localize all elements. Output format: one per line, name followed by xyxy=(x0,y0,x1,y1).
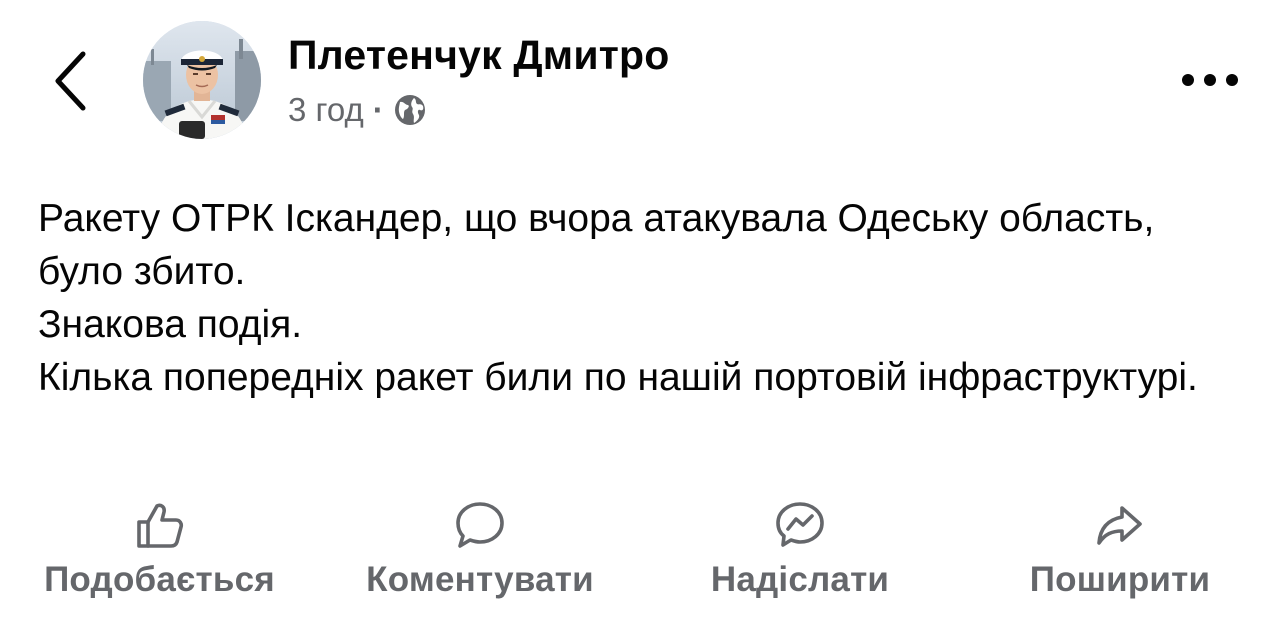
comment-icon xyxy=(454,495,506,555)
like-button[interactable]: Подобається xyxy=(22,495,297,605)
globe-icon xyxy=(393,93,427,127)
avatar[interactable] xyxy=(143,21,261,139)
share-button[interactable]: Поширити xyxy=(1000,495,1240,605)
post-time[interactable]: 3 год xyxy=(288,91,364,129)
post-line: Знакова подія. xyxy=(38,303,303,346)
like-label: Подобається xyxy=(44,560,275,599)
share-icon xyxy=(1094,495,1146,555)
chevron-left-icon xyxy=(55,51,86,111)
thumbs-up-icon xyxy=(135,495,185,555)
send-label: Надіслати xyxy=(710,560,890,599)
meta-separator: · xyxy=(372,91,384,128)
post-meta: 3 год · xyxy=(288,90,427,130)
more-horizontal-icon xyxy=(1182,74,1238,86)
messenger-icon xyxy=(774,495,826,555)
back-button[interactable] xyxy=(42,48,98,114)
post-action-bar: Подобається Коментувати Надіслати Пошири… xyxy=(0,495,1280,605)
share-label: Поширити xyxy=(1029,560,1211,599)
more-options-button[interactable] xyxy=(1170,58,1250,102)
post-line: Кілька попередніх ракет били по нашій по… xyxy=(38,356,1198,399)
comment-button[interactable]: Коментувати xyxy=(340,495,620,605)
author-name[interactable]: Плетенчук Дмитро xyxy=(288,32,670,79)
avatar-photo xyxy=(143,21,261,139)
post-line: Ракету ОТРК Іскандер, що вчора атакувала… xyxy=(38,197,1155,293)
post-text: Ракету ОТРК Іскандер, що вчора атакувала… xyxy=(38,192,1238,404)
comment-label: Коментувати xyxy=(366,560,594,599)
send-button[interactable]: Надіслати xyxy=(680,495,920,605)
